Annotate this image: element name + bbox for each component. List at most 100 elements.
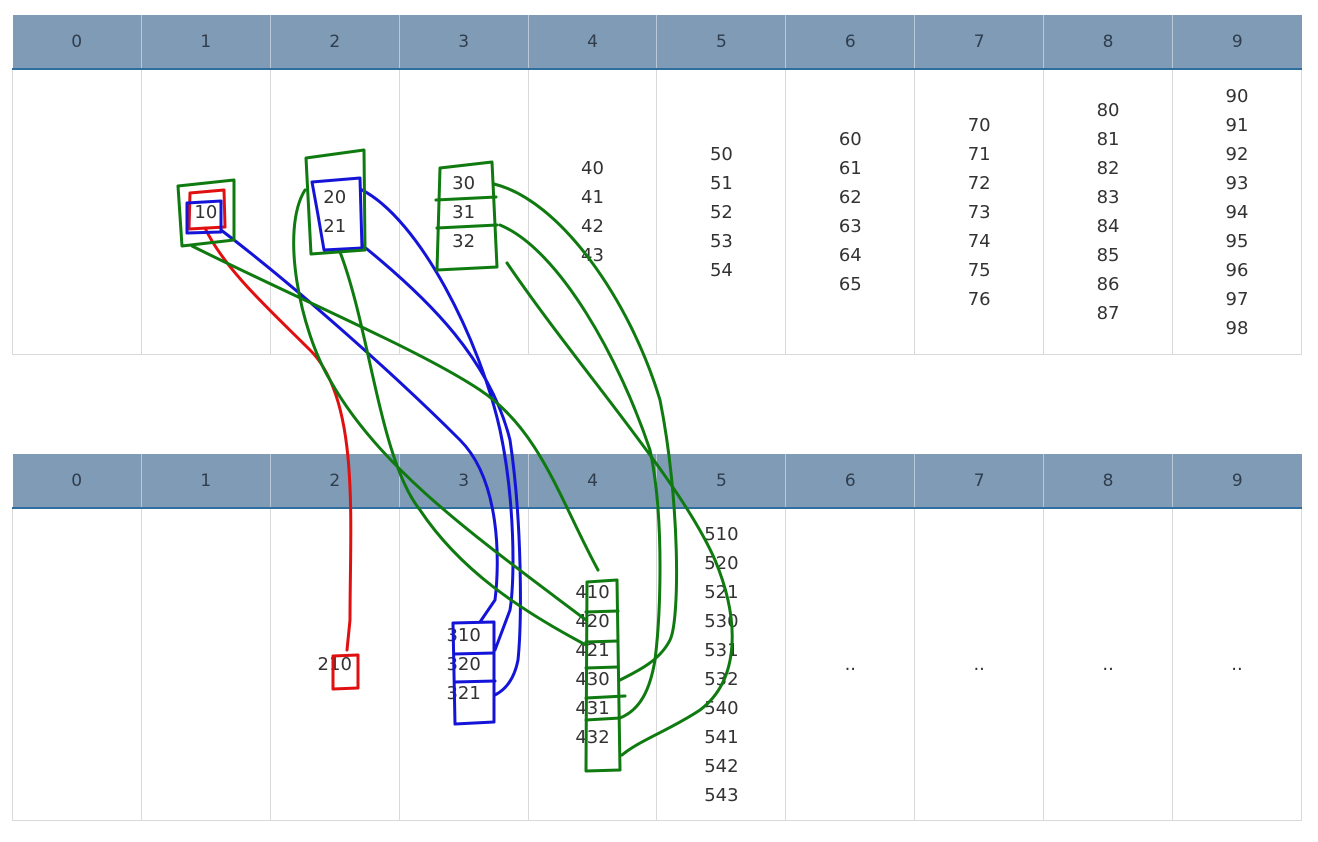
bottom-header-8: 8 xyxy=(1043,454,1173,509)
top-header-3: 3 xyxy=(398,15,529,70)
bottom-cell-3: 310 320 321 xyxy=(398,507,529,821)
cell-value: 96 xyxy=(1225,259,1249,281)
bottom-cell-9: .. xyxy=(1172,507,1302,821)
cell-value: 542 xyxy=(704,755,739,777)
cell-value: 21 xyxy=(323,216,347,237)
bottom-header-6: 6 xyxy=(785,454,915,509)
cell-value: 31 xyxy=(452,201,476,223)
top-header-8: 8 xyxy=(1043,15,1173,70)
bottom-header-5: 5 xyxy=(656,454,786,509)
top-table: 0 1 2 3 4 5 6 7 8 9 10 20 21 30 31 32 40 41 4… xyxy=(12,15,1302,355)
top-cell-6: 60 61 62 63 64 65 xyxy=(785,68,916,355)
cell-value: 87 xyxy=(1096,303,1120,324)
bottom-cell-2: 210 xyxy=(269,507,400,821)
bottom-header-3: 3 xyxy=(398,454,529,509)
bottom-cell-4: 410 420 421 430 431 432 xyxy=(527,507,658,821)
cell-value: 75 xyxy=(967,259,991,281)
cell-value: 43 xyxy=(581,245,604,266)
bottom-header-0: 0 xyxy=(12,454,142,509)
cell-value: 431 xyxy=(575,697,610,719)
top-header-row: 0 1 2 3 4 5 6 7 8 9 xyxy=(12,15,1302,70)
cell-value: 310 xyxy=(446,625,481,646)
top-header-0: 0 xyxy=(12,15,142,70)
cell-value: 41 xyxy=(581,187,604,208)
cell-value: 53 xyxy=(709,230,733,252)
bottom-cell-8: .. xyxy=(1043,507,1174,821)
cell-value: 74 xyxy=(967,230,991,252)
cell-value: 32 xyxy=(452,230,476,252)
top-header-5: 5 xyxy=(656,15,786,70)
top-header-4: 4 xyxy=(527,15,657,70)
cell-value: 61 xyxy=(838,158,862,179)
cell-value: 210 xyxy=(317,654,352,675)
top-cell-0 xyxy=(12,68,142,355)
cell-value: 432 xyxy=(575,726,610,748)
cell-value: 420 xyxy=(575,610,610,632)
bottom-cell-5: 510 520 521 530 531 532 540 541 542 543 xyxy=(656,507,787,821)
cell-value: 510 xyxy=(704,523,739,545)
top-cell-5: 50 51 52 53 54 xyxy=(656,68,787,355)
bottom-header-4: 4 xyxy=(527,454,657,509)
cell-value: 70 xyxy=(967,114,991,136)
cell-value: 92 xyxy=(1225,143,1249,165)
cell-value: 42 xyxy=(581,216,604,237)
cell-value: 91 xyxy=(1225,114,1249,136)
bottom-header-9: 9 xyxy=(1172,454,1302,509)
cell-value: 65 xyxy=(838,274,862,295)
cell-value: 530 xyxy=(704,610,739,632)
cell-value: 51 xyxy=(709,172,733,194)
cell-value: 76 xyxy=(967,288,991,310)
top-cell-2: 20 21 xyxy=(269,68,400,355)
cell-value: 64 xyxy=(838,245,862,266)
cell-value: .. xyxy=(1102,654,1114,675)
cell-value: 540 xyxy=(704,697,739,719)
bottom-body-row: 210 310 320 321 410 420 421 430 431 432 510 520 5… xyxy=(12,507,1302,821)
cell-value: 20 xyxy=(323,187,347,208)
top-cell-3: 30 31 32 xyxy=(398,68,529,355)
top-header-7: 7 xyxy=(914,15,1044,70)
cell-value: 10 xyxy=(194,201,218,223)
cell-value: 321 xyxy=(446,683,481,704)
top-header-1: 1 xyxy=(140,15,271,70)
cell-value: 85 xyxy=(1096,245,1120,266)
cell-value: 80 xyxy=(1096,100,1120,121)
cell-value: 94 xyxy=(1225,201,1249,223)
cell-value: 62 xyxy=(838,187,862,208)
cell-value: 520 xyxy=(704,552,739,574)
cell-value: 73 xyxy=(967,201,991,223)
cell-value: 82 xyxy=(1096,158,1120,179)
cell-value: 93 xyxy=(1225,172,1249,194)
cell-value: 84 xyxy=(1096,216,1120,237)
top-cell-7: 70 71 72 73 74 75 76 xyxy=(914,68,1045,355)
cell-value: 81 xyxy=(1096,129,1120,150)
cell-value: 543 xyxy=(704,784,739,806)
cell-value: 52 xyxy=(709,201,733,223)
cell-value: 71 xyxy=(967,143,991,165)
bottom-cell-0 xyxy=(12,507,142,821)
bottom-header-row: 0 1 2 3 4 5 6 7 8 9 xyxy=(12,454,1302,509)
cell-value: .. xyxy=(844,654,857,675)
cell-value: 90 xyxy=(1225,85,1249,107)
top-header-6: 6 xyxy=(785,15,915,70)
cell-value: 531 xyxy=(704,639,739,661)
cell-value: 410 xyxy=(575,581,610,603)
cell-value: 63 xyxy=(838,216,862,237)
cell-value: 40 xyxy=(581,158,604,179)
cell-value: .. xyxy=(1231,654,1243,675)
top-header-9: 9 xyxy=(1172,15,1302,70)
top-cell-4: 40 41 42 43 xyxy=(527,68,658,355)
cell-value: .. xyxy=(973,654,985,675)
top-header-2: 2 xyxy=(269,15,400,70)
bottom-table: 0 1 2 3 4 5 6 7 8 9 210 310 320 321 410 420… xyxy=(12,454,1302,821)
bottom-header-2: 2 xyxy=(269,454,400,509)
top-cell-8: 80 81 82 83 84 85 86 87 xyxy=(1043,68,1174,355)
bottom-cell-7: .. xyxy=(914,507,1045,821)
bottom-cell-6: .. xyxy=(785,507,916,821)
cell-value: 83 xyxy=(1096,187,1120,208)
cell-value: 421 xyxy=(575,639,610,661)
bottom-header-1: 1 xyxy=(140,454,271,509)
bottom-header-7: 7 xyxy=(914,454,1044,509)
cell-value: 320 xyxy=(446,654,481,675)
cell-value: 60 xyxy=(838,129,862,150)
cell-value: 86 xyxy=(1096,274,1120,295)
